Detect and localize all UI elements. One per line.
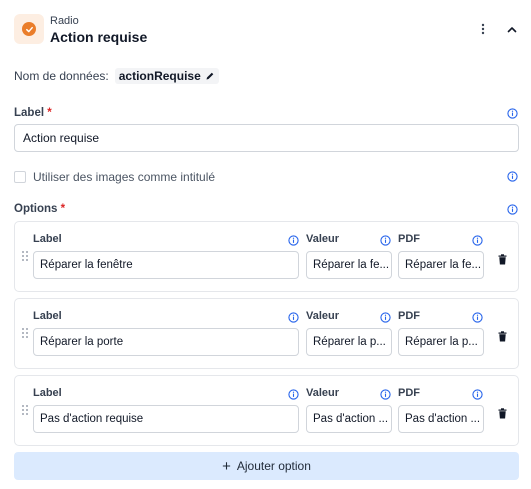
plus-icon: + (222, 457, 231, 475)
info-icon[interactable] (507, 204, 518, 215)
option-label-input[interactable]: Réparer la porte (33, 328, 299, 356)
option-label-input[interactable]: Réparer la fenêtre (33, 251, 299, 279)
info-icon[interactable] (288, 312, 299, 323)
label-field-text: Label (14, 107, 45, 119)
use-images-label: Utiliser des images comme intitulé (33, 170, 216, 184)
option-pdf-header: PDF (398, 310, 420, 322)
drag-handle-icon[interactable] (21, 404, 29, 416)
info-icon[interactable] (380, 312, 391, 323)
field-title: Action requise (50, 29, 148, 45)
data-name-text: actionRequise (118, 69, 201, 83)
options-text: Options (14, 203, 58, 215)
option-pdf-input[interactable]: Réparer la p... (398, 328, 484, 356)
trash-icon[interactable] (496, 252, 508, 266)
option-pdf-input[interactable]: Réparer la fe... (398, 251, 484, 279)
info-icon[interactable] (472, 389, 483, 400)
use-images-checkbox[interactable] (14, 171, 26, 183)
info-icon[interactable] (380, 389, 391, 400)
info-icon[interactable] (472, 312, 483, 323)
option-value-header: Valeur (306, 310, 340, 322)
info-icon[interactable] (380, 235, 391, 246)
info-icon[interactable] (507, 108, 518, 119)
option-value-header: Valeur (306, 233, 340, 245)
option-card: Label Valeur PDF Réparer la fenêtre Répa… (14, 221, 519, 292)
chevron-up-icon[interactable] (504, 20, 520, 38)
data-name-label: Nom de données: (14, 69, 109, 83)
drag-handle-icon[interactable] (21, 327, 29, 339)
info-icon[interactable] (507, 171, 518, 182)
info-icon[interactable] (288, 235, 299, 246)
drag-handle-icon[interactable] (21, 250, 29, 262)
more-options-icon[interactable] (477, 20, 489, 38)
option-pdf-input[interactable]: Pas d'action ... (398, 405, 484, 433)
option-value-header: Valeur (306, 387, 340, 399)
info-icon[interactable] (472, 235, 483, 246)
pencil-icon[interactable] (205, 71, 215, 81)
radio-type-icon-box (14, 14, 44, 44)
option-label-header: Label (33, 310, 62, 322)
option-pdf-header: PDF (398, 387, 420, 399)
option-value-input[interactable]: Réparer la fe... (306, 251, 392, 279)
field-header: Radio Action requise (14, 12, 520, 50)
info-icon[interactable] (288, 389, 299, 400)
option-value-input[interactable]: Réparer la p... (306, 328, 392, 356)
label-field-title: Label * (14, 107, 52, 119)
option-label-header: Label (33, 387, 62, 399)
option-pdf-header: PDF (398, 233, 420, 245)
data-name-row: Nom de données: actionRequise (14, 68, 219, 84)
required-asterisk: * (60, 203, 66, 215)
options-title: Options * (14, 203, 65, 215)
data-name-value[interactable]: actionRequise (114, 68, 219, 84)
option-card: Label Valeur PDF Pas d'action requise Pa… (14, 375, 519, 446)
field-type-label: Radio (50, 15, 79, 27)
option-value-input[interactable]: Pas d'action ... (306, 405, 392, 433)
use-images-row: Utiliser des images comme intitulé (14, 170, 215, 184)
option-label-header: Label (33, 233, 62, 245)
required-asterisk: * (47, 107, 52, 119)
add-option-label: Ajouter option (236, 459, 311, 473)
radio-check-icon (22, 22, 36, 36)
trash-icon[interactable] (496, 329, 508, 343)
label-input[interactable]: Action requise (14, 124, 519, 152)
trash-icon[interactable] (496, 406, 508, 420)
option-card: Label Valeur PDF Réparer la porte Répare… (14, 298, 519, 369)
option-label-input[interactable]: Pas d'action requise (33, 405, 299, 433)
add-option-button[interactable]: + Ajouter option (14, 452, 519, 480)
